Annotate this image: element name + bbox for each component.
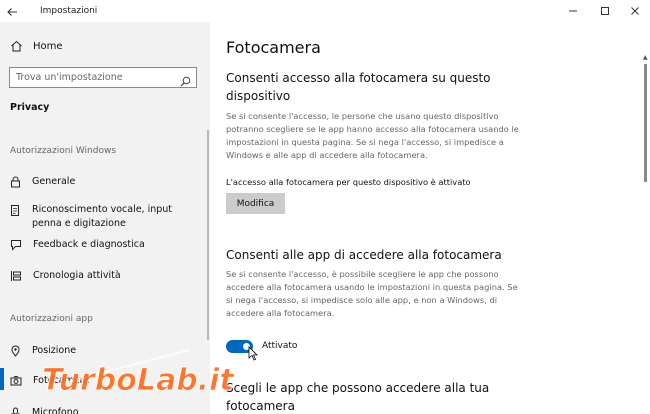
home-icon [11,40,22,52]
group-app-permissions: Autorizzazioni app [10,314,93,324]
main-content: Fotocamera Consenti accesso alla fotocam… [210,22,650,414]
title-bar: Impostazioni [0,0,650,22]
toggle-label: Attivato [262,341,298,351]
page-title: Fotocamera [226,38,321,57]
section-app-access-description: Se si consente l'accesso, è possibile sc… [226,269,518,318]
timeline-icon [11,271,21,281]
watermark-text: TurboLab.it [42,363,235,398]
sidebar-item-label: Feedback e diagnostica [33,239,145,250]
scroll-up-icon[interactable]: ▲ [643,54,648,61]
sidebar-item-label: Riconoscimento vocale, input penna e dig… [32,204,173,229]
sidebar-item-cronologia[interactable]: Cronologia attività [10,269,200,283]
selection-indicator [0,368,4,390]
minimize-icon [569,10,577,12]
main-scrollbar[interactable] [644,64,647,182]
section-choose-apps-heading: Scegli le app che possono accedere alla … [226,381,490,413]
sidebar-item-label: Cronologia attività [33,270,121,281]
section-app-access-heading: Consenti alle app di accedere alla fotoc… [226,248,502,262]
window-title: Impostazioni [40,6,98,16]
sidebar-item-home[interactable]: Home [10,40,63,52]
modifica-button[interactable]: Modifica [226,193,285,214]
location-icon [11,345,20,357]
minimize-button[interactable] [558,0,588,22]
sidebar-item-feedback[interactable]: Feedback e diagnostica [10,238,200,252]
sidebar-item-generale[interactable]: Generale [10,175,200,189]
microphone-icon [11,407,20,414]
feedback-icon [11,240,21,251]
sidebar-item-riconoscimento-vocale[interactable]: Riconoscimento vocale, input penna e dig… [10,203,200,231]
maximize-icon [601,7,609,15]
search-box[interactable] [9,67,197,88]
sidebar-scrollbar[interactable] [207,130,209,340]
close-icon [631,7,639,15]
group-windows-permissions: Autorizzazioni Windows [10,146,117,156]
sidebar-item-label: Generale [32,176,76,187]
section-device-access-description: Se si consente l'accesso, le persone che… [226,111,519,160]
camera-icon [10,376,22,386]
close-button[interactable] [620,0,650,22]
device-access-status: L'accesso alla fotocamera per questo dis… [226,177,471,187]
current-section-title: Privacy [10,102,50,113]
search-input[interactable] [10,68,170,87]
search-icon[interactable] [180,72,191,91]
watermark-logo: TurboLab.it [42,349,236,398]
lock-icon [11,176,20,188]
section-device-access-heading: Consenti accesso alla fotocamera su ques… [226,71,491,103]
back-arrow-icon[interactable] [6,3,20,17]
document-pen-icon [11,205,19,216]
maximize-button[interactable] [590,0,620,22]
home-label: Home [33,40,63,52]
